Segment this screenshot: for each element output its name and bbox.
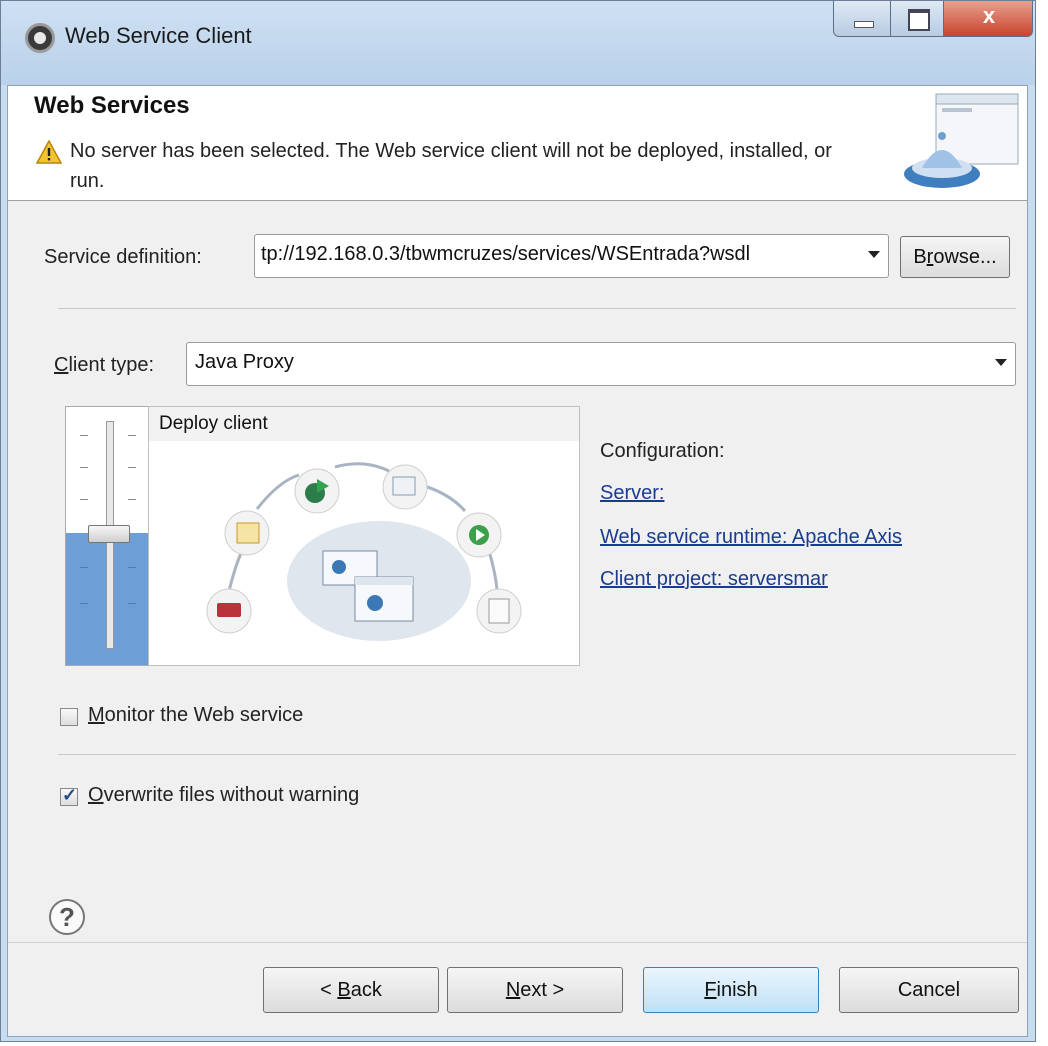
client-type-label-text: lient type: bbox=[68, 354, 155, 376]
close-button[interactable]: x bbox=[943, 1, 1033, 37]
client-project-link[interactable]: Client project: serversmar bbox=[600, 568, 828, 591]
monitor-checkbox[interactable] bbox=[60, 708, 78, 726]
monitor-label-text: onitor the Web service bbox=[104, 704, 304, 726]
slider-tick bbox=[80, 467, 88, 468]
overwrite-checkbox[interactable] bbox=[60, 785, 78, 806]
next-mnemonic: N bbox=[505, 979, 521, 1001]
title-bar[interactable]: Web Service Client x bbox=[1, 1, 1035, 85]
footer-divider bbox=[8, 942, 1027, 943]
deployment-preview: Deploy client bbox=[148, 406, 580, 666]
toolbox-icon bbox=[217, 603, 241, 617]
deploy-client-label: Deploy client bbox=[159, 413, 268, 434]
overwrite-mnemonic: O bbox=[88, 784, 104, 806]
finish-button[interactable]: Finish bbox=[643, 967, 819, 1013]
page-title: Web Services bbox=[34, 92, 190, 119]
runtime-link[interactable]: Web service runtime: Apache Axis bbox=[600, 526, 902, 549]
warning-message: No server has been selected. The Web ser… bbox=[70, 140, 832, 192]
back-button[interactable]: < Back bbox=[263, 967, 439, 1013]
back-mnemonic: B bbox=[337, 979, 351, 1001]
overwrite-label-text: verwrite files without warning bbox=[103, 784, 360, 806]
wizard-banner: Web Services No server has been selected… bbox=[8, 86, 1027, 201]
back-label-post: ack bbox=[350, 979, 382, 1001]
server-link[interactable]: Server: bbox=[600, 482, 664, 505]
client-type-mnemonic: C bbox=[54, 354, 69, 376]
slider-tick bbox=[80, 603, 88, 604]
slider-tick bbox=[128, 567, 136, 568]
next-label-post: ext > bbox=[520, 979, 565, 1001]
client-type-value: Java Proxy bbox=[195, 351, 294, 373]
web-services-wizard-graphic-icon bbox=[904, 93, 1019, 188]
minimize-button[interactable] bbox=[833, 1, 891, 37]
client-type-combo[interactable]: Java Proxy bbox=[186, 342, 1016, 386]
browse-label-post: owse... bbox=[933, 246, 997, 268]
slider-tick bbox=[80, 567, 88, 568]
back-label-pre: < bbox=[320, 979, 338, 1001]
slider-tick bbox=[128, 499, 136, 500]
browse-label-pre: B bbox=[913, 246, 927, 268]
overwrite-label[interactable]: Overwrite files without warning bbox=[88, 784, 359, 807]
preview-header: Deploy client bbox=[149, 407, 579, 441]
close-icon: x bbox=[982, 3, 996, 28]
deployment-stages-diagram bbox=[206, 462, 522, 641]
slider-tick bbox=[128, 603, 136, 604]
divider bbox=[58, 308, 1016, 309]
slider-tick bbox=[128, 435, 136, 436]
minimize-icon bbox=[854, 21, 874, 28]
deployment-level-slider[interactable] bbox=[65, 406, 151, 666]
browse-button[interactable]: Browse... bbox=[900, 236, 1010, 278]
slider-tick bbox=[80, 435, 88, 436]
monitor-icon bbox=[392, 476, 416, 496]
slider-thumb[interactable] bbox=[88, 525, 130, 543]
help-icon[interactable]: ? bbox=[49, 899, 85, 935]
next-button[interactable]: Next > bbox=[447, 967, 623, 1013]
document-icon bbox=[488, 598, 510, 624]
client-type-label: Client type: bbox=[54, 354, 154, 377]
window-title: Web Service Client bbox=[65, 23, 252, 48]
service-definition-combo[interactable]: tp://192.168.0.3/tbwmcruzes/services/WSE… bbox=[254, 234, 889, 278]
wizard-dialog: Web Services No server has been selected… bbox=[7, 85, 1028, 1037]
web-service-client-window: Web Service Client x Web Services No ser… bbox=[0, 0, 1036, 1042]
maximize-icon bbox=[908, 9, 930, 31]
monitor-mnemonic: M bbox=[88, 704, 105, 726]
finish-mnemonic: F bbox=[704, 979, 717, 1001]
chevron-down-icon bbox=[995, 359, 1007, 366]
slider-tick bbox=[128, 467, 136, 468]
warning-icon bbox=[36, 140, 62, 164]
chevron-down-icon bbox=[868, 251, 880, 258]
finish-label-post: inish bbox=[716, 979, 758, 1001]
service-definition-label: Service definition: bbox=[44, 246, 202, 268]
divider bbox=[58, 754, 1016, 755]
service-definition-value: tp://192.168.0.3/tbwmcruzes/services/WSE… bbox=[261, 243, 751, 265]
monitor-label[interactable]: Monitor the Web service bbox=[88, 704, 303, 727]
cancel-button[interactable]: Cancel bbox=[839, 967, 1019, 1013]
eclipse-app-icon bbox=[25, 23, 55, 53]
maximize-button[interactable] bbox=[890, 1, 944, 37]
slider-tick bbox=[80, 499, 88, 500]
configuration-heading: Configuration: bbox=[600, 440, 725, 462]
package-icon bbox=[236, 522, 260, 544]
